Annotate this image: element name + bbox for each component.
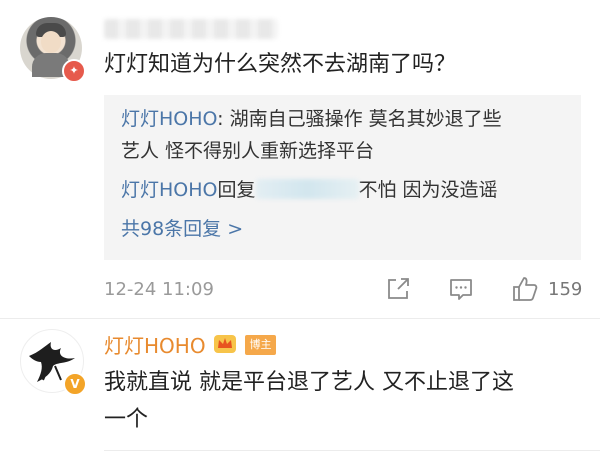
reply-1-line-2: 艺人 怪不得别人重新选择平台 xyxy=(121,140,375,162)
comment-text: 灯灯知道为什么突然不去湖南了吗？ xyxy=(104,52,457,77)
reply-2: 灯灯HOHO回复 不怕 因为没造谣 xyxy=(121,177,498,203)
reply-text: : 湖南自己骚操作 莫名其妙退了些 xyxy=(217,108,502,130)
vip-badge-icon: ✦ xyxy=(62,59,86,83)
reply-1-line-1: 灯灯HOHO: 湖南自己骚操作 莫名其妙退了些 xyxy=(121,106,502,132)
blurred-username[interactable] xyxy=(104,19,278,39)
blogger-avatar[interactable]: V xyxy=(20,329,87,396)
blurred-mention xyxy=(255,179,359,199)
like-icon[interactable] xyxy=(510,274,540,304)
reply-author-link[interactable]: 灯灯HOHO xyxy=(121,179,218,201)
reply-author-link[interactable]: 灯灯HOHO xyxy=(121,108,217,130)
blogger-comment-line-1: 我就直说 就是平台退了艺人 又不止退了这 xyxy=(104,370,514,395)
reply-suffix: 不怕 因为没造谣 xyxy=(358,179,498,201)
view-all-replies-link[interactable]: 共98条回复 > xyxy=(121,214,243,241)
comment-divider xyxy=(0,318,600,319)
commenter-avatar[interactable]: ✦ xyxy=(20,17,86,83)
like-count: 159 xyxy=(548,279,583,300)
comment-icon[interactable] xyxy=(446,274,476,304)
reply-prefix: 回复 xyxy=(217,179,256,201)
comment-timestamp: 12-24 11:09 xyxy=(104,279,214,300)
share-icon[interactable] xyxy=(383,274,413,304)
blogger-username[interactable]: 灯灯HOHO xyxy=(104,332,206,360)
blogger-comment-line-2: 一个 xyxy=(104,407,149,432)
crown-icon xyxy=(214,335,236,353)
comment-divider xyxy=(104,450,600,451)
reply-thread[interactable]: 灯灯HOHO: 湖南自己骚操作 莫名其妙退了些 艺人 怪不得别人重新选择平台 灯… xyxy=(104,95,581,260)
blogger-badge: 博主 xyxy=(245,335,276,355)
verified-badge-icon: V xyxy=(63,372,87,396)
avatar-face xyxy=(41,31,61,53)
